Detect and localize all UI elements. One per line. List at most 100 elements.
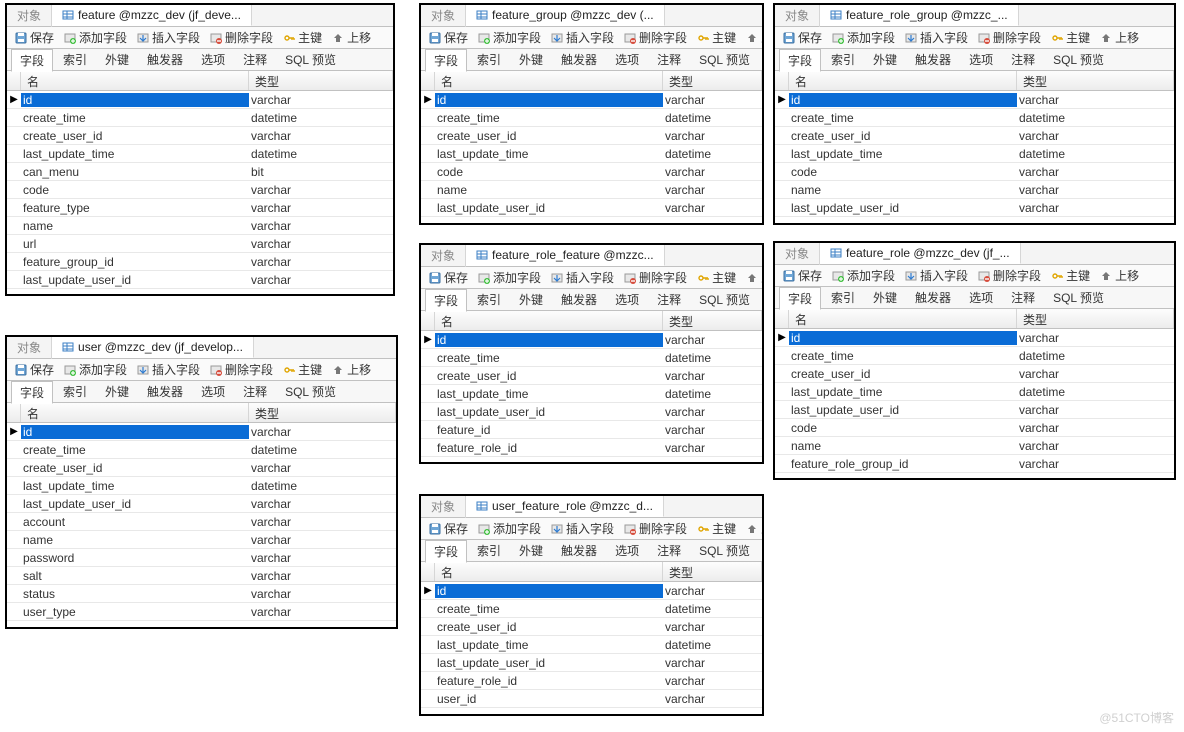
- column-header-type[interactable]: 类型: [249, 403, 396, 422]
- subtab[interactable]: SQL 预览: [1045, 49, 1112, 70]
- subtab[interactable]: 触发器: [553, 289, 605, 310]
- cell-field-name[interactable]: name: [21, 219, 249, 233]
- table-row[interactable]: create_user_idvarchar: [7, 127, 393, 145]
- subtab[interactable]: 触发器: [553, 49, 605, 70]
- table-row[interactable]: passwordvarchar: [7, 549, 396, 567]
- cell-field-type[interactable]: varchar: [249, 497, 396, 511]
- cell-field-name[interactable]: code: [789, 165, 1017, 179]
- cell-field-name[interactable]: create_time: [21, 443, 249, 457]
- subtab[interactable]: 触发器: [553, 540, 605, 561]
- tab-table-active[interactable]: feature_role_group @mzzc_...: [820, 5, 1019, 26]
- primary-key-button[interactable]: 主键: [693, 519, 740, 539]
- cell-field-name[interactable]: id: [789, 93, 1017, 107]
- cell-field-name[interactable]: last_update_user_id: [435, 201, 663, 215]
- cell-field-type[interactable]: varchar: [1017, 165, 1174, 179]
- cell-field-name[interactable]: status: [21, 587, 249, 601]
- add-field-button[interactable]: 添加字段: [474, 519, 545, 539]
- add-field-button[interactable]: 添加字段: [828, 28, 899, 48]
- cell-field-name[interactable]: password: [21, 551, 249, 565]
- table-row[interactable]: create_user_idvarchar: [7, 459, 396, 477]
- column-header-name[interactable]: 名: [435, 562, 663, 581]
- cell-field-type[interactable]: varchar: [1017, 183, 1174, 197]
- cell-field-type[interactable]: datetime: [1017, 111, 1174, 125]
- subtab[interactable]: SQL 预览: [277, 381, 344, 402]
- cell-field-type[interactable]: varchar: [249, 237, 393, 251]
- table-row[interactable]: feature_idvarchar: [421, 421, 762, 439]
- add-field-button[interactable]: 添加字段: [60, 360, 131, 380]
- cell-field-name[interactable]: create_user_id: [435, 620, 663, 634]
- subtab[interactable]: 索引: [823, 49, 863, 70]
- cell-field-name[interactable]: last_update_user_id: [435, 405, 663, 419]
- cell-field-type[interactable]: datetime: [663, 111, 762, 125]
- table-row[interactable]: last_update_timedatetime: [775, 383, 1174, 401]
- subtab[interactable]: 字段: [11, 381, 53, 404]
- table-row[interactable]: ▶idvarchar: [7, 91, 393, 109]
- tab-objects[interactable]: 对象: [421, 244, 466, 267]
- cell-field-type[interactable]: varchar: [249, 587, 396, 601]
- cell-field-name[interactable]: url: [21, 237, 249, 251]
- cell-field-name[interactable]: last_update_user_id: [789, 201, 1017, 215]
- table-row[interactable]: codevarchar: [421, 163, 762, 181]
- cell-field-name[interactable]: name: [789, 439, 1017, 453]
- subtab[interactable]: 索引: [469, 289, 509, 310]
- delete-field-button[interactable]: 删除字段: [974, 266, 1045, 286]
- cell-field-name[interactable]: create_user_id: [435, 369, 663, 383]
- subtab[interactable]: 注释: [1003, 49, 1043, 70]
- cell-field-name[interactable]: last_update_time: [21, 147, 249, 161]
- cell-field-name[interactable]: last_update_time: [789, 147, 1017, 161]
- tab-table-active[interactable]: user @mzzc_dev (jf_develop...: [52, 337, 254, 358]
- subtab[interactable]: SQL 预览: [277, 49, 344, 70]
- cell-field-name[interactable]: last_update_user_id: [789, 403, 1017, 417]
- cell-field-type[interactable]: varchar: [1017, 93, 1174, 107]
- subtab[interactable]: 选项: [607, 49, 647, 70]
- cell-field-type[interactable]: varchar: [1017, 457, 1174, 471]
- insert-field-button[interactable]: 插入字段: [547, 28, 618, 48]
- subtab[interactable]: 外键: [97, 49, 137, 70]
- cell-field-name[interactable]: last_update_user_id: [21, 273, 249, 287]
- subtab[interactable]: 触发器: [907, 49, 959, 70]
- primary-key-button[interactable]: 主键: [1047, 28, 1094, 48]
- cell-field-type[interactable]: varchar: [1017, 331, 1174, 345]
- cell-field-type[interactable]: varchar: [249, 183, 393, 197]
- cell-field-name[interactable]: create_time: [789, 349, 1017, 363]
- column-header-type[interactable]: 类型: [663, 562, 762, 581]
- cell-field-name[interactable]: id: [21, 425, 249, 439]
- save-button[interactable]: 保存: [779, 266, 826, 286]
- cell-field-type[interactable]: datetime: [249, 479, 396, 493]
- table-row[interactable]: feature_role_idvarchar: [421, 439, 762, 457]
- delete-field-button[interactable]: 删除字段: [206, 360, 277, 380]
- cell-field-name[interactable]: id: [21, 93, 249, 107]
- subtab[interactable]: 外键: [865, 49, 905, 70]
- tab-objects[interactable]: 对象: [7, 336, 52, 359]
- table-row[interactable]: namevarchar: [7, 217, 393, 235]
- cell-field-name[interactable]: feature_role_id: [435, 441, 663, 455]
- cell-field-name[interactable]: create_time: [789, 111, 1017, 125]
- table-row[interactable]: ▶idvarchar: [775, 91, 1174, 109]
- insert-field-button[interactable]: 插入字段: [547, 268, 618, 288]
- table-row[interactable]: namevarchar: [421, 181, 762, 199]
- cell-field-type[interactable]: varchar: [663, 441, 762, 455]
- cell-field-type[interactable]: varchar: [663, 93, 762, 107]
- column-header-type[interactable]: 类型: [663, 311, 762, 330]
- table-row[interactable]: statusvarchar: [7, 585, 396, 603]
- table-row[interactable]: create_user_idvarchar: [421, 618, 762, 636]
- table-row[interactable]: ▶idvarchar: [775, 329, 1174, 347]
- subtab[interactable]: 字段: [425, 540, 467, 563]
- cell-field-type[interactable]: varchar: [249, 255, 393, 269]
- table-row[interactable]: last_update_user_idvarchar: [421, 199, 762, 217]
- subtab[interactable]: 选项: [607, 540, 647, 561]
- table-row[interactable]: urlvarchar: [7, 235, 393, 253]
- column-header-name[interactable]: 名: [21, 71, 249, 90]
- cell-field-type[interactable]: varchar: [249, 515, 396, 529]
- cell-field-type[interactable]: bit: [249, 165, 393, 179]
- cell-field-name[interactable]: last_update_user_id: [435, 656, 663, 670]
- table-row[interactable]: create_user_idvarchar: [775, 365, 1174, 383]
- cell-field-name[interactable]: last_update_time: [435, 387, 663, 401]
- table-row[interactable]: last_update_user_idvarchar: [775, 401, 1174, 419]
- cell-field-type[interactable]: varchar: [249, 605, 396, 619]
- cell-field-type[interactable]: varchar: [249, 201, 393, 215]
- move-up-button[interactable]: 上移: [1096, 266, 1143, 286]
- cell-field-type[interactable]: datetime: [249, 147, 393, 161]
- table-row[interactable]: create_timedatetime: [775, 109, 1174, 127]
- cell-field-name[interactable]: feature_type: [21, 201, 249, 215]
